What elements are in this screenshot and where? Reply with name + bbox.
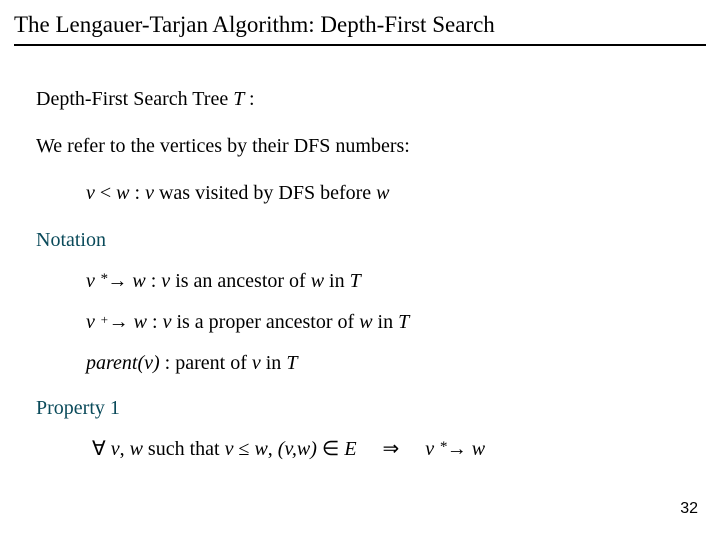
dfs-tree-line: Depth-First Search Tree T : <box>36 86 706 113</box>
proper-ancestor-line: v +→ w : v is a proper ancestor of w in … <box>86 309 706 336</box>
var-w: w <box>311 270 329 292</box>
var-v: v <box>284 438 291 460</box>
arrow-symbol: → <box>107 270 132 292</box>
notation-block: v *→ w : v is an ancestor of w in T v +→… <box>86 268 706 377</box>
text: in <box>329 270 350 292</box>
var-v: v <box>86 311 100 333</box>
text: is a proper ancestor of <box>176 311 359 333</box>
text: such that <box>148 438 225 460</box>
var-w: w <box>134 311 152 333</box>
var-w: w <box>116 182 134 204</box>
var-T: T <box>350 270 361 292</box>
text: : <box>135 182 146 204</box>
var-E: E <box>344 438 356 460</box>
var-T: T <box>398 311 409 333</box>
text: : <box>249 88 255 110</box>
var-v: v <box>86 182 100 204</box>
text: in <box>266 352 287 374</box>
var-w: w <box>132 270 150 292</box>
text: was visited by DFS before <box>159 182 376 204</box>
implies-symbol: ⇒ <box>383 438 400 460</box>
text: : parent of <box>165 352 252 374</box>
le-symbol: ≤ <box>238 438 254 460</box>
text: is an ancestor of <box>175 270 311 292</box>
var-w: w <box>254 438 267 460</box>
dfs-numbers-line: We refer to the vertices by their DFS nu… <box>36 133 706 160</box>
text: Depth-First Search Tree <box>36 88 233 110</box>
arrow-symbol: → <box>447 438 472 460</box>
var-v: v <box>161 270 175 292</box>
var-T: T <box>286 352 297 374</box>
slide-title: The Lengauer-Tarjan Algorithm: Depth-Fir… <box>14 8 706 46</box>
var-w: w <box>472 438 485 460</box>
plus-symbol: + <box>100 312 109 327</box>
vw-definition: v < w : v was visited by DFS before w <box>86 180 706 207</box>
forall-symbol: ∀ <box>92 438 111 460</box>
ancestor-line: v *→ w : v is an ancestor of w in T <box>86 268 706 295</box>
parent-fn: parent(v) <box>86 352 165 374</box>
var-v: v <box>163 311 177 333</box>
property-heading: Property 1 <box>36 395 706 422</box>
var-w: w <box>130 438 148 460</box>
star-symbol: * <box>439 439 447 455</box>
notation-heading: Notation <box>36 227 706 254</box>
slide-content: Depth-First Search Tree T : We refer to … <box>14 86 706 463</box>
var-v: v <box>225 438 239 460</box>
var-v: v <box>145 182 159 204</box>
var-w: w <box>376 182 389 204</box>
parent-line: parent(v) : parent of v in T <box>86 350 706 377</box>
page-number: 32 <box>680 500 698 518</box>
text: : <box>151 270 162 292</box>
slide: The Lengauer-Tarjan Algorithm: Depth-Fir… <box>0 0 720 540</box>
text: ) <box>310 438 322 460</box>
var-w: w <box>359 311 377 333</box>
text: , <box>268 438 278 460</box>
lt-symbol: < <box>100 182 116 204</box>
property-statement: ∀ v, w such that v ≤ w, (v,w) ∈ E⇒v *→ w <box>92 436 706 463</box>
text: in <box>378 311 399 333</box>
var-v: v <box>111 438 120 460</box>
var-w: w <box>297 438 310 460</box>
var-T: T <box>233 88 249 110</box>
text: , <box>120 438 130 460</box>
var-v: v <box>252 352 266 374</box>
var-v: v <box>86 270 100 292</box>
in-symbol: ∈ <box>322 438 344 460</box>
arrow-symbol: → <box>109 311 134 333</box>
text: : <box>152 311 163 333</box>
var-v: v <box>425 438 439 460</box>
